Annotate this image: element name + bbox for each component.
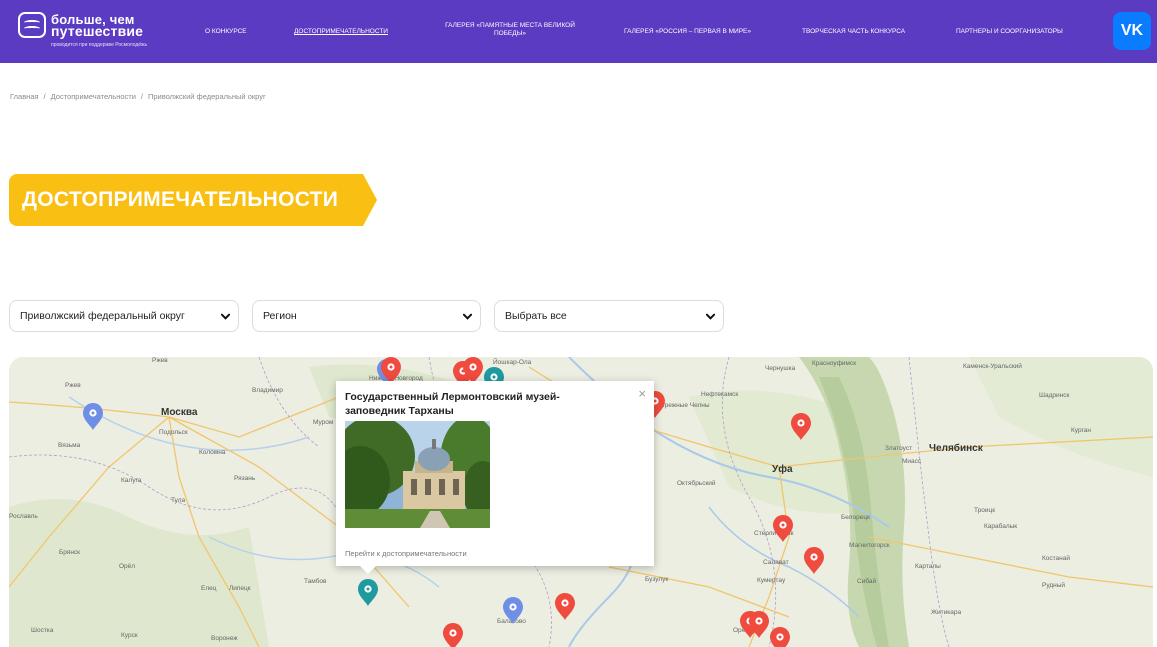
chevron-down-icon — [221, 313, 230, 320]
close-icon[interactable]: × — [638, 387, 646, 400]
popup-title: Государственный Лермонтовский музей-запо… — [345, 391, 560, 417]
marker-pin[interactable] — [791, 413, 811, 440]
district-select-value: Приволжский федеральный округ — [20, 310, 185, 322]
popup-photo — [345, 421, 490, 528]
popup-attraction-link[interactable]: Перейти к достопримечательности — [345, 549, 467, 558]
nav-gallery-victory-line1: Галерея «Памятные места Великой — [445, 22, 575, 29]
district-select[interactable]: Приволжский федеральный округ — [9, 300, 239, 332]
marker-pin[interactable] — [804, 547, 824, 574]
nav-gallery-russia[interactable]: Галерея «Россия – первая в мире» — [624, 28, 751, 36]
category-select-value: Выбрать все — [505, 310, 567, 322]
marker-pin[interactable] — [773, 515, 793, 542]
marker-pin[interactable] — [555, 593, 575, 620]
page-title-ribbon: ДОСТОПРИМЕЧАТЕЛЬНОСТИ — [9, 174, 377, 226]
logo-icon — [18, 12, 46, 38]
marker-pin[interactable] — [770, 627, 790, 647]
logo-subtitle: проводится при поддержке Росмолодёжь — [51, 42, 148, 48]
breadcrumb-home[interactable]: Главная — [10, 92, 39, 101]
marker-pin[interactable] — [443, 623, 463, 647]
nav-partners[interactable]: Партнеры и соорганизаторы — [956, 28, 1063, 36]
breadcrumb-attractions[interactable]: Достопримечательности — [51, 92, 136, 101]
breadcrumb: Главная / Достопримечательности / Приволжски… — [10, 92, 266, 101]
vk-social-button[interactable]: VK — [1113, 12, 1151, 50]
nav-attractions[interactable]: Достопримечательности — [294, 28, 388, 36]
attraction-popup: Государственный Лермонтовский музей-запо… — [336, 381, 654, 574]
region-select[interactable]: Регион — [252, 300, 481, 332]
site-header: больше, чем путешествие проводится при п… — [0, 0, 1157, 63]
marker-pin[interactable] — [358, 579, 378, 606]
nav-creative[interactable]: Творческая часть конкурса — [802, 28, 905, 36]
museum-photo — [345, 421, 490, 528]
region-select-value: Регион — [263, 310, 297, 322]
marker-pin[interactable] — [83, 403, 103, 430]
nav-gallery-victory[interactable]: Галерея «Памятные места Великой Победы» — [441, 22, 579, 38]
category-select[interactable]: Выбрать все — [494, 300, 724, 332]
breadcrumb-current: Приволжский федеральный округ — [148, 92, 266, 101]
nav-about[interactable]: О конкурсе — [205, 28, 247, 36]
logo[interactable]: больше, чем путешествие проводится при п… — [18, 10, 158, 54]
marker-pin[interactable] — [503, 597, 523, 624]
chevron-down-icon — [463, 313, 472, 320]
nav-gallery-victory-line2: Победы» — [493, 30, 527, 37]
logo-line2: путешествие — [51, 23, 144, 39]
page-title: ДОСТОПРИМЕЧАТЕЛЬНОСТИ — [22, 188, 339, 211]
chevron-down-icon — [706, 313, 715, 320]
